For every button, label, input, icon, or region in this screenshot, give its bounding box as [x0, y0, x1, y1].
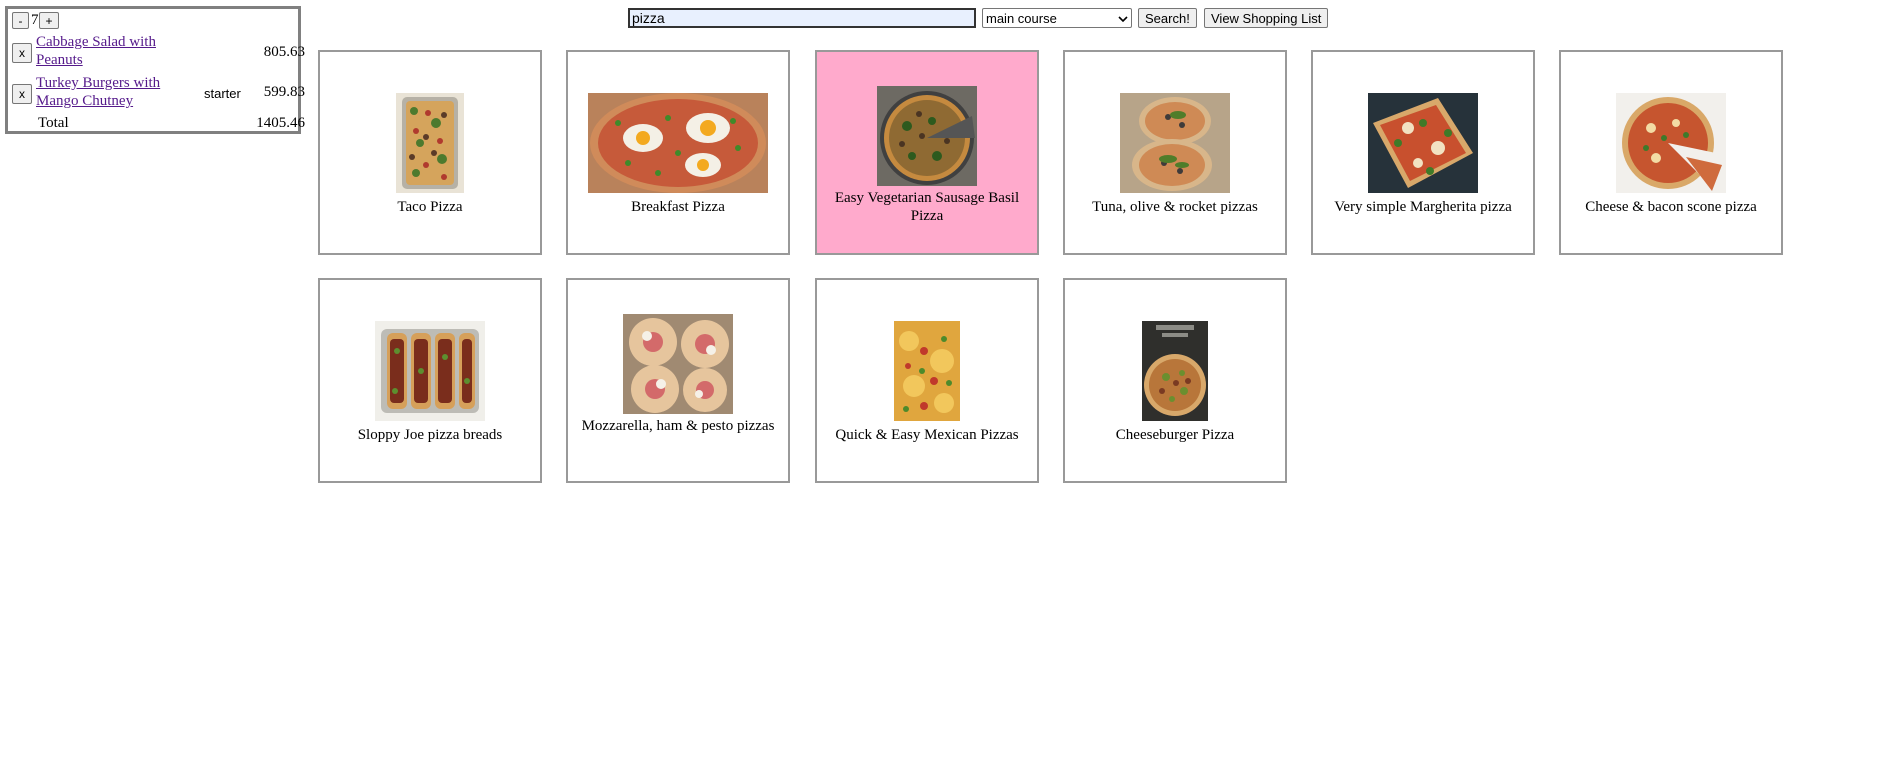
recipe-title: Mozzarella, ham & pesto pizzas	[581, 418, 775, 434]
recipe-card[interactable]: Easy Vegetarian Sausage Basil Pizza	[815, 50, 1039, 255]
recipe-card[interactable]: Mozzarella, ham & pesto pizzas	[566, 278, 790, 483]
remove-dish-button[interactable]: x	[12, 43, 32, 63]
scone-pizza-photo	[1616, 93, 1726, 193]
recipe-card[interactable]: Breakfast Pizza	[566, 50, 790, 255]
recipe-card[interactable]: Sloppy Joe pizza breads	[318, 278, 542, 483]
recipe-title: Taco Pizza	[397, 199, 463, 215]
taco-pizza-photo	[396, 93, 464, 193]
recipe-title: Cheeseburger Pizza	[1115, 427, 1235, 443]
dinner-menu-panel: - 7 + x Cabbage Salad with Peanuts 805.6…	[5, 6, 305, 134]
guest-count: 7	[31, 12, 39, 28]
dish-price: 805.63	[263, 44, 305, 60]
tuna-pizza-photo	[1120, 93, 1230, 193]
increase-guests-button[interactable]: +	[39, 12, 59, 29]
recipe-title: Very simple Margherita pizza	[1334, 199, 1512, 215]
recipe-card[interactable]: Quick & Easy Mexican Pizzas	[815, 278, 1039, 483]
view-shopping-list-button[interactable]: View Shopping List	[1204, 8, 1329, 28]
remove-dish-button[interactable]: x	[12, 84, 32, 104]
course-select[interactable]: main course	[982, 8, 1132, 28]
search-button[interactable]: Search!	[1138, 8, 1197, 28]
total-price: 1405.46	[256, 115, 305, 131]
recipe-card[interactable]: Very simple Margherita pizza	[1311, 50, 1535, 255]
recipe-title: Breakfast Pizza	[631, 199, 725, 215]
course-select-value: main course	[986, 10, 1057, 26]
recipe-title: Cheese & bacon scone pizza	[1585, 199, 1757, 215]
search-input[interactable]	[628, 8, 976, 28]
margherita-pizza-photo	[1368, 93, 1478, 193]
chevron-down-icon	[1118, 11, 1128, 26]
recipe-title: Tuna, olive & rocket pizzas	[1092, 199, 1258, 215]
recipe-title: Quick & Easy Mexican Pizzas	[835, 427, 1019, 443]
recipe-title: Easy Vegetarian Sausage Basil Pizza	[834, 190, 1020, 224]
recipe-card[interactable]: Taco Pizza	[318, 50, 542, 255]
dish-price: 599.83	[263, 84, 305, 100]
decrease-guests-button[interactable]: -	[12, 12, 29, 29]
cheeseburger-pizza-photo	[1142, 321, 1208, 421]
recipe-card[interactable]: Cheese & bacon scone pizza	[1559, 50, 1783, 255]
sloppy-joe-photo	[375, 321, 485, 421]
mexican-pizza-photo	[894, 321, 960, 421]
dish-link-cabbage-salad[interactable]: Cabbage Salad with Peanuts	[36, 33, 181, 69]
mozzarella-pizza-photo	[623, 314, 733, 414]
vegetarian-pizza-photo	[877, 86, 977, 186]
recipe-title: Sloppy Joe pizza breads	[357, 427, 503, 443]
breakfast-pizza-photo	[588, 93, 768, 193]
dish-link-turkey-burgers[interactable]: Turkey Burgers with Mango Chutney	[36, 74, 181, 110]
recipe-card[interactable]: Tuna, olive & rocket pizzas	[1063, 50, 1287, 255]
total-label: Total	[38, 115, 69, 131]
recipe-card[interactable]: Cheeseburger Pizza	[1063, 278, 1287, 483]
